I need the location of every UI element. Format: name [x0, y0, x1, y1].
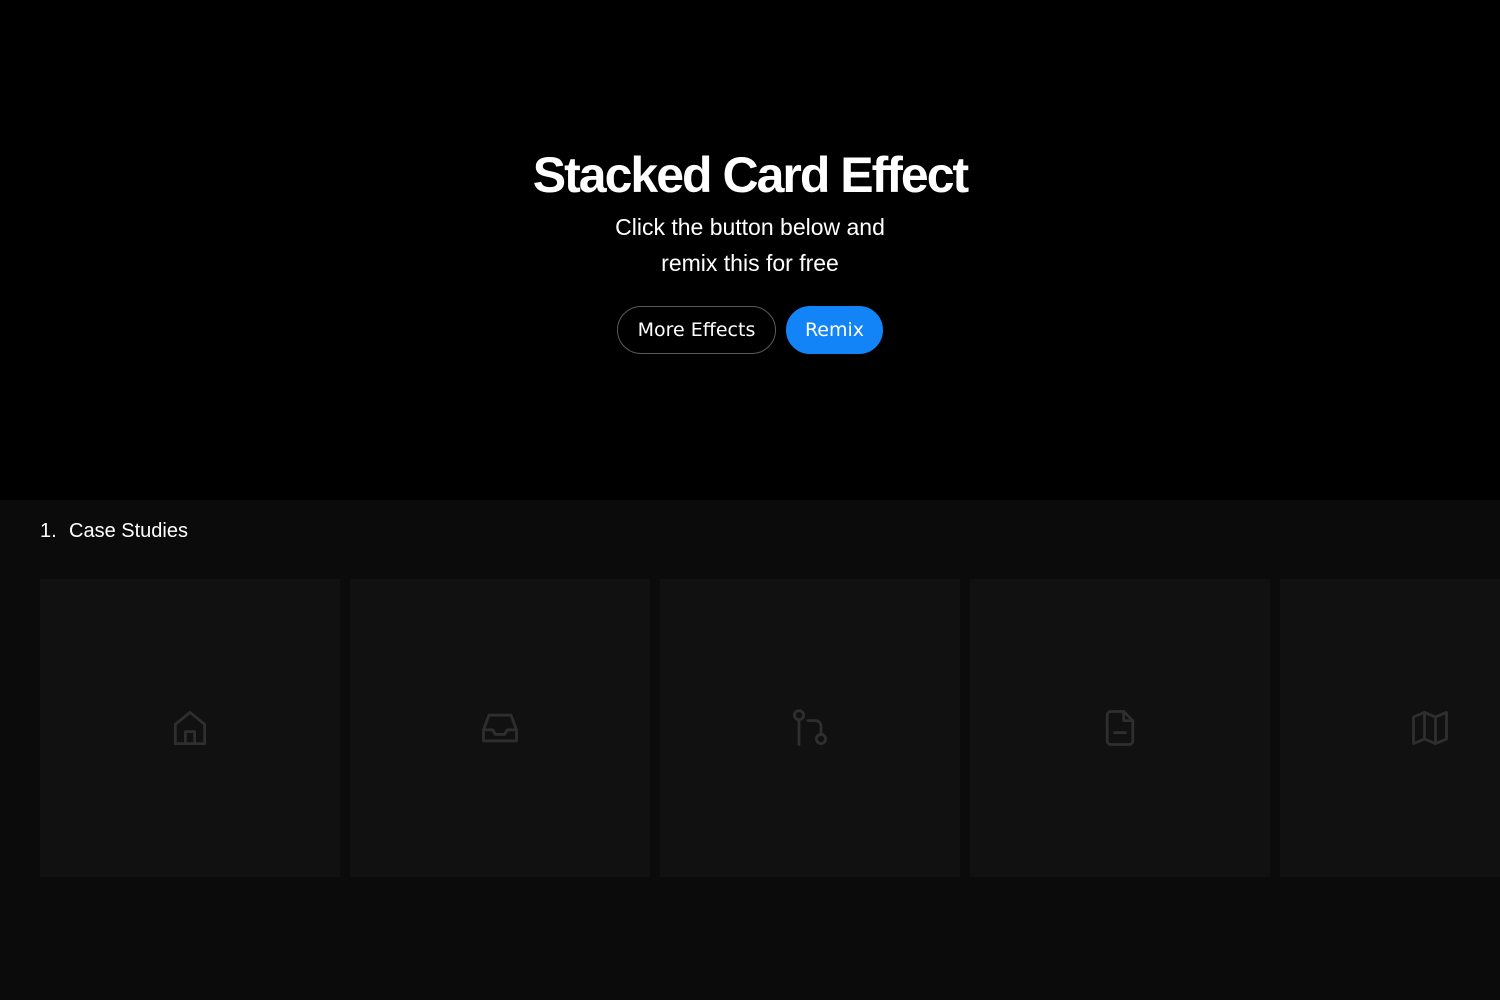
card-map[interactable]	[1280, 579, 1500, 877]
section-number: 1.	[40, 520, 57, 542]
hero-subtitle-line-1: Click the button below and	[615, 214, 885, 240]
remix-button[interactable]: Remix	[786, 306, 883, 354]
card-home[interactable]	[40, 579, 340, 877]
more-effects-button[interactable]: More Effects	[617, 306, 776, 354]
map-icon	[1412, 711, 1448, 745]
card-stack	[0, 579, 1500, 877]
hero-buttons: More Effects Remix	[0, 306, 1500, 354]
hero-subtitle: Click the button below and remix this fo…	[500, 209, 1000, 281]
hero-subtitle-line-2: remix this for free	[661, 250, 839, 276]
home-icon	[173, 711, 207, 745]
git-pull-request-icon	[793, 709, 827, 746]
case-studies-section: 1. Case Studies	[0, 500, 1500, 1000]
hero-section: Stacked Card Effect Click the button bel…	[0, 0, 1500, 500]
card-file[interactable]	[970, 579, 1270, 877]
inbox-icon	[482, 713, 518, 743]
section-heading: 1. Case Studies	[40, 518, 188, 544]
page-title: Stacked Card Effect	[532, 147, 969, 203]
card-git[interactable]	[660, 579, 960, 877]
file-minus-icon	[1105, 710, 1135, 746]
card-inbox[interactable]	[350, 579, 650, 877]
section-title: Case Studies	[69, 520, 188, 542]
